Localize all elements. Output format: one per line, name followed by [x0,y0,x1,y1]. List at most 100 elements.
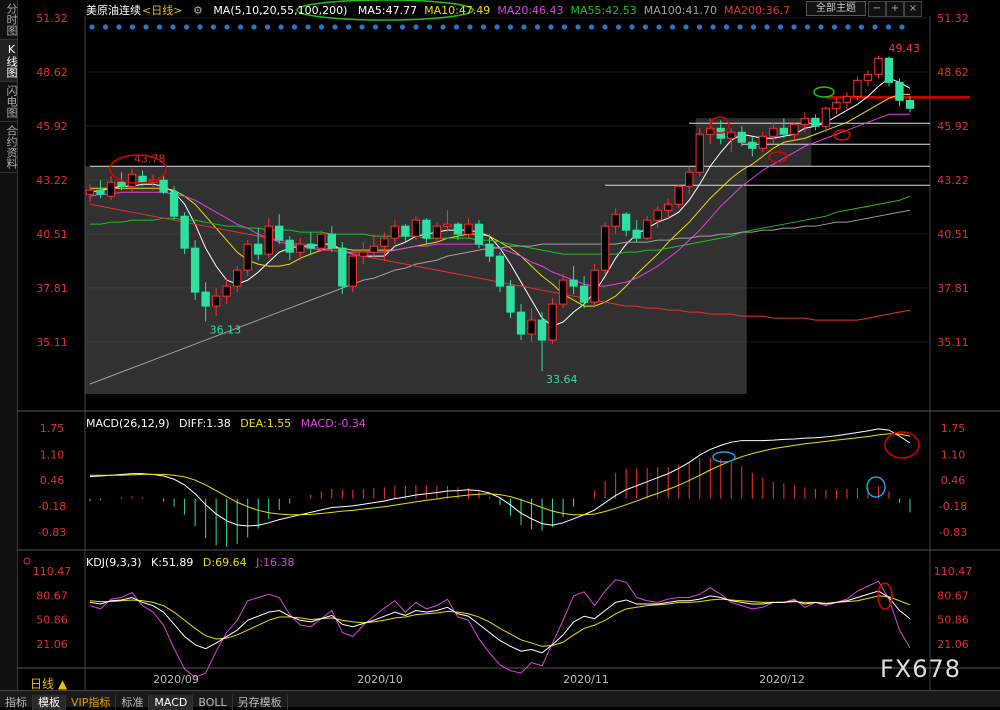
price-tick-right: 37.81 [937,282,969,295]
candle-body [243,243,252,271]
signal-dot [777,24,784,30]
macd-tick-left: -0.18 [38,500,66,513]
candle-body [758,135,768,149]
kdj-tick-right: 110.47 [934,565,973,578]
theme-selector[interactable]: 全部主题 [806,1,866,16]
symbol-name[interactable]: 美原油连续 [86,4,141,17]
macd-tick-left: -0.83 [38,526,66,539]
candle-body [401,225,410,237]
candle-body [506,285,515,313]
plus-icon[interactable]: + [886,1,904,17]
minus-icon[interactable]: − [868,1,886,17]
candle-body [800,117,810,125]
candle-body [664,203,673,211]
macd-tick-right: 0.46 [941,474,966,487]
candle-body [874,57,883,75]
candle-body [495,255,505,287]
candle-body [117,181,126,187]
bottom-tab-5[interactable]: BOLL [193,695,233,710]
candle-body [548,303,557,341]
kdj-marker-icon [23,557,31,565]
settings-gear-icon[interactable]: ⚙ [193,4,203,17]
annotation-top: 49.43 [888,42,920,55]
signal-dot [413,24,419,30]
candle-body [254,243,263,255]
signal-dot [102,24,109,30]
macd-header: MACD(26,12,9) DIFF:1.38 DEA:1.55 MACD:-0… [86,417,372,430]
macd-dea: DEA:1.55 [240,417,292,430]
candle-body [632,229,641,239]
signal-dot [197,24,203,30]
signal-dot [872,24,878,30]
price-tick-left: 43.22 [36,174,68,187]
candle-body [390,225,400,239]
signal-dot [858,24,865,30]
candle-body [884,57,894,83]
kdj-tick-left: 50.86 [36,614,68,627]
highlight-ellipse-green [813,86,835,98]
candle-body [127,173,137,187]
kdj-d-line [89,595,911,647]
candle-body [811,117,820,127]
signal-dot [359,24,365,30]
candle-body [306,243,315,249]
highlight-ellipse-macd-blue-2 [866,476,886,498]
highlight-ellipse-macd-blue-1 [712,451,736,463]
price-tick-left: 51.32 [36,12,68,25]
candle-body [579,285,589,303]
signal-dot [372,24,379,30]
candle-body [233,269,242,287]
bottom-tab-1[interactable]: 模板 [33,695,66,710]
bottom-tab-3[interactable]: 标准 [116,695,150,710]
signal-dot [656,24,662,30]
signal-dot [804,24,811,30]
signal-dot [170,24,176,30]
bottom-tab-0[interactable]: 指标 [0,695,33,710]
annotation-low-2: 33.64 [546,373,578,386]
candle-body [695,133,704,173]
signal-dot [264,24,271,30]
signal-dot [710,24,716,30]
signal-dot [791,24,797,30]
signal-dot [426,24,433,30]
candle-body [895,81,904,101]
signal-dot [507,24,514,30]
period-tag[interactable]: <日线> [142,4,182,17]
candle-body [863,73,873,81]
signal-dot [642,24,649,30]
bottom-tab-2[interactable]: VIP指标 [66,695,117,710]
signal-dot [156,24,163,30]
macd-params: MACD(26,12,9) [86,417,170,430]
macd-tick-right: 1.10 [941,448,966,461]
ma-value-5: MA200:36.7 [723,4,791,17]
candle-body [674,185,683,205]
signal-dot [899,24,905,30]
signal-dot [696,24,703,30]
kdj-tick-right: 80.67 [937,589,969,602]
price-tick-right: 51.32 [937,12,969,25]
signal-dot [764,24,770,30]
candle-body [296,243,305,253]
x-axis-label: 2020/12 [759,673,805,686]
macd-diff: DIFF:1.38 [179,417,231,430]
signal-dot [845,24,851,30]
signal-dot [575,24,581,30]
signal-dot [831,24,838,30]
bottom-tab-6[interactable]: 另存模板 [233,695,288,710]
signal-dot [548,24,554,30]
close-icon[interactable]: × [904,1,922,17]
signal-dot [534,24,541,30]
bottom-tab-4[interactable]: MACD [149,695,194,710]
candle-body [275,225,284,241]
signal-dot [494,24,500,30]
signal-dot [291,24,298,30]
signal-dot [129,24,136,30]
kdj-header: KDJ(9,3,3) K:51.89 D:69.64 J:16.38 [86,556,301,569]
kdj-tick-right: 50.86 [937,614,969,627]
signal-dot [629,24,635,30]
candle-body [222,285,231,297]
signal-dot [723,24,730,30]
candle-body [264,225,273,255]
signal-dot [750,24,757,30]
watermark-logo: FX678 [880,655,962,683]
